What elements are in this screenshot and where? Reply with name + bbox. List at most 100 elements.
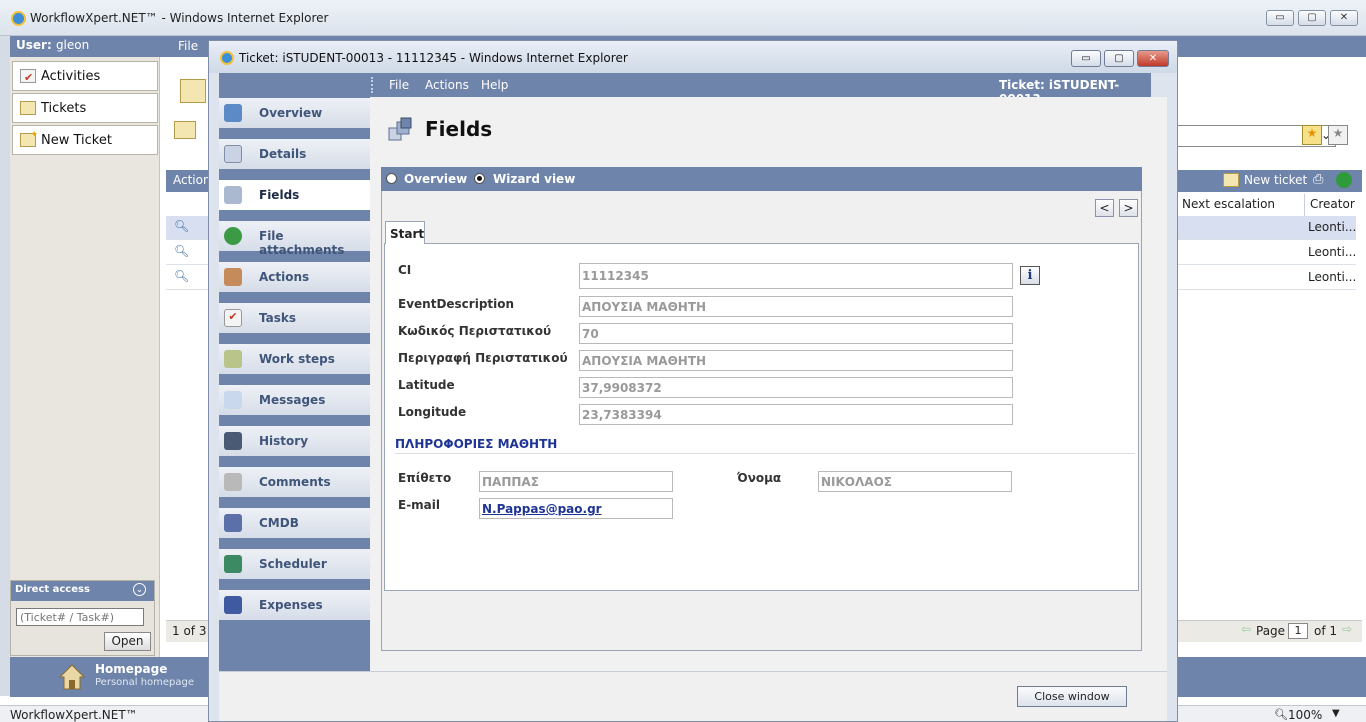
messages-icon bbox=[224, 391, 242, 409]
menu-file[interactable]: File bbox=[389, 78, 409, 92]
direct-access-title: Direct access ⌄ bbox=[11, 581, 154, 601]
student-info-section-title: ΠΛΗΡΟΦΟΡΙΕΣ ΜΑΘΗΤΗ bbox=[395, 437, 558, 451]
column-next-escalation[interactable]: Next escalation bbox=[1182, 197, 1275, 217]
surname-field[interactable]: ΠΑΠΠΑΣ bbox=[479, 471, 673, 492]
comments-icon bbox=[224, 473, 242, 491]
nav-cmdb[interactable]: CMDB bbox=[219, 508, 370, 538]
surname-label: Επίθετο bbox=[398, 471, 452, 485]
info-button[interactable]: i bbox=[1020, 266, 1040, 285]
direct-access-panel: Direct access ⌄ Open bbox=[10, 580, 155, 656]
close-button[interactable]: ✕ bbox=[1330, 10, 1358, 26]
zoom-level[interactable]: 100% bbox=[1288, 708, 1322, 722]
refresh-icon[interactable] bbox=[1336, 172, 1352, 188]
open-button[interactable]: Open bbox=[104, 632, 151, 651]
page-input[interactable]: 1 bbox=[1288, 623, 1308, 639]
nav-overview[interactable]: Overview bbox=[219, 98, 370, 128]
wizard-view-radio[interactable] bbox=[474, 173, 485, 184]
direct-access-input[interactable] bbox=[16, 608, 144, 626]
search-ticket-icon[interactable] bbox=[174, 121, 196, 139]
user-name: gleon bbox=[55, 38, 90, 52]
sidebar-item-label: Tickets bbox=[41, 101, 87, 116]
wizard-next-button[interactable]: > bbox=[1119, 199, 1138, 217]
zoom-icon[interactable]: 🔍︎ bbox=[1274, 708, 1288, 721]
pager-count: 1 of 3 bbox=[172, 624, 207, 638]
internet-explorer-icon bbox=[11, 11, 26, 26]
pager-page-label: Page bbox=[1256, 624, 1286, 638]
new-ticket-icon[interactable] bbox=[1223, 173, 1239, 187]
homepage-subtitle: Personal homepage bbox=[95, 677, 195, 688]
section-divider bbox=[395, 453, 1135, 454]
maximize-button[interactable]: ▢ bbox=[1298, 10, 1326, 26]
user-info: User: gleon bbox=[16, 38, 90, 52]
nav-actions[interactable]: Actions bbox=[219, 262, 370, 292]
incident-code-field[interactable]: 70 bbox=[579, 323, 1013, 344]
sidebar-item-label: Activities bbox=[41, 69, 101, 84]
status-text: WorkflowXpert.NET™ bbox=[10, 708, 138, 722]
nav-messages[interactable]: Messages bbox=[219, 385, 370, 415]
view-icon[interactable]: 🔍︎ bbox=[174, 269, 189, 283]
overview-icon bbox=[224, 104, 242, 122]
tab-start[interactable]: Start bbox=[385, 221, 425, 244]
nav-details[interactable]: Details bbox=[219, 139, 370, 169]
new-ticket-link[interactable]: New ticket bbox=[1244, 173, 1307, 187]
nav-tasks[interactable]: ✔ Tasks bbox=[219, 303, 370, 333]
event-description-field[interactable]: ΑΠΟΥΣΙΑ ΜΑΘΗΤΗ bbox=[579, 296, 1013, 317]
incident-description-field[interactable]: ΑΠΟΥΣΙΑ ΜΑΘΗΤΗ bbox=[579, 350, 1013, 371]
view-icon[interactable]: 🔍︎ bbox=[174, 219, 189, 233]
add-favorite-icon[interactable]: ★ bbox=[1302, 125, 1322, 145]
wizard-prev-button[interactable]: < bbox=[1095, 199, 1114, 217]
overview-radio[interactable] bbox=[386, 173, 397, 184]
overview-radio-label[interactable]: Overview bbox=[404, 172, 467, 186]
wizard-view-radio-label[interactable]: Wizard view bbox=[493, 172, 575, 186]
column-divider bbox=[1304, 194, 1305, 216]
incident-code-label: Κωδικός Περιστατικού bbox=[398, 324, 552, 338]
creator-cell: Leonti... bbox=[1308, 245, 1357, 259]
popup-minimize-button[interactable]: ▭ bbox=[1071, 50, 1101, 67]
print-icon[interactable]: ⎙ bbox=[1313, 172, 1323, 187]
page-title: Fields bbox=[425, 117, 493, 141]
fields-icon bbox=[387, 116, 415, 144]
view-selector: Overview Wizard view bbox=[381, 167, 1142, 191]
sidebar-item-new-ticket[interactable]: ✦ New Ticket bbox=[12, 125, 158, 155]
favorites-icon[interactable]: ★ bbox=[1328, 125, 1348, 145]
sidebar-item-activities[interactable]: ✔ Activities bbox=[12, 61, 158, 91]
zoom-dropdown-icon[interactable]: ▼ bbox=[1332, 708, 1340, 719]
nav-fields[interactable]: Fields bbox=[219, 180, 370, 210]
menu-actions[interactable]: Actions bbox=[425, 78, 469, 92]
details-icon bbox=[224, 145, 242, 163]
ticket-nav: Overview Details Fields File attachments… bbox=[219, 97, 370, 671]
ci-label: CI bbox=[398, 263, 412, 277]
popup-maximize-button[interactable]: ▢ bbox=[1104, 50, 1134, 67]
nav-file-attachments[interactable]: File attachments bbox=[219, 221, 370, 257]
email-link[interactable]: N.Pappas@pao.gr bbox=[479, 498, 673, 519]
name-label: Όνομα bbox=[737, 471, 782, 485]
globe-icon bbox=[224, 227, 242, 245]
view-icon[interactable]: 🔍︎ bbox=[174, 244, 189, 258]
menu-file[interactable]: File bbox=[178, 39, 198, 53]
latitude-field[interactable]: 37,9908372 bbox=[579, 377, 1013, 398]
nav-comments[interactable]: Comments bbox=[219, 467, 370, 497]
nav-history[interactable]: History bbox=[219, 426, 370, 456]
close-window-button[interactable]: Close window bbox=[1017, 686, 1127, 707]
sidebar-item-tickets[interactable]: Tickets bbox=[12, 93, 158, 123]
collapse-icon[interactable]: ⌄ bbox=[133, 583, 146, 596]
actions-icon bbox=[224, 268, 242, 286]
nav-work-steps[interactable]: Work steps bbox=[219, 344, 370, 374]
sidebar: ✔ Activities Tickets ✦ New Ticket bbox=[10, 57, 160, 657]
ci-field[interactable]: 11112345 bbox=[579, 263, 1013, 289]
prev-page-icon[interactable]: ⇦ bbox=[1241, 622, 1251, 636]
expenses-icon bbox=[224, 596, 242, 614]
column-creator[interactable]: Creator bbox=[1310, 197, 1355, 217]
popup-title: Ticket: iSTUDENT-00013 - 11112345 - Wind… bbox=[239, 51, 628, 65]
nav-expenses[interactable]: Expenses bbox=[219, 590, 370, 620]
popup-close-button[interactable]: ✕ bbox=[1137, 50, 1169, 67]
name-field[interactable]: ΝΙΚΟΛΑΟΣ bbox=[818, 471, 1012, 492]
window-title: WorkflowXpert.NET™ - Windows Internet Ex… bbox=[30, 11, 329, 25]
menu-help[interactable]: Help bbox=[481, 78, 508, 92]
next-page-icon[interactable]: ⇨ bbox=[1342, 622, 1352, 636]
email-label: E-mail bbox=[398, 498, 441, 512]
minimize-button[interactable]: ▭ bbox=[1266, 10, 1294, 26]
popup-title-bar: Ticket: iSTUDENT-00013 - 11112345 - Wind… bbox=[209, 41, 1177, 73]
nav-scheduler[interactable]: Scheduler bbox=[219, 549, 370, 579]
longitude-field[interactable]: 23,7383394 bbox=[579, 404, 1013, 425]
